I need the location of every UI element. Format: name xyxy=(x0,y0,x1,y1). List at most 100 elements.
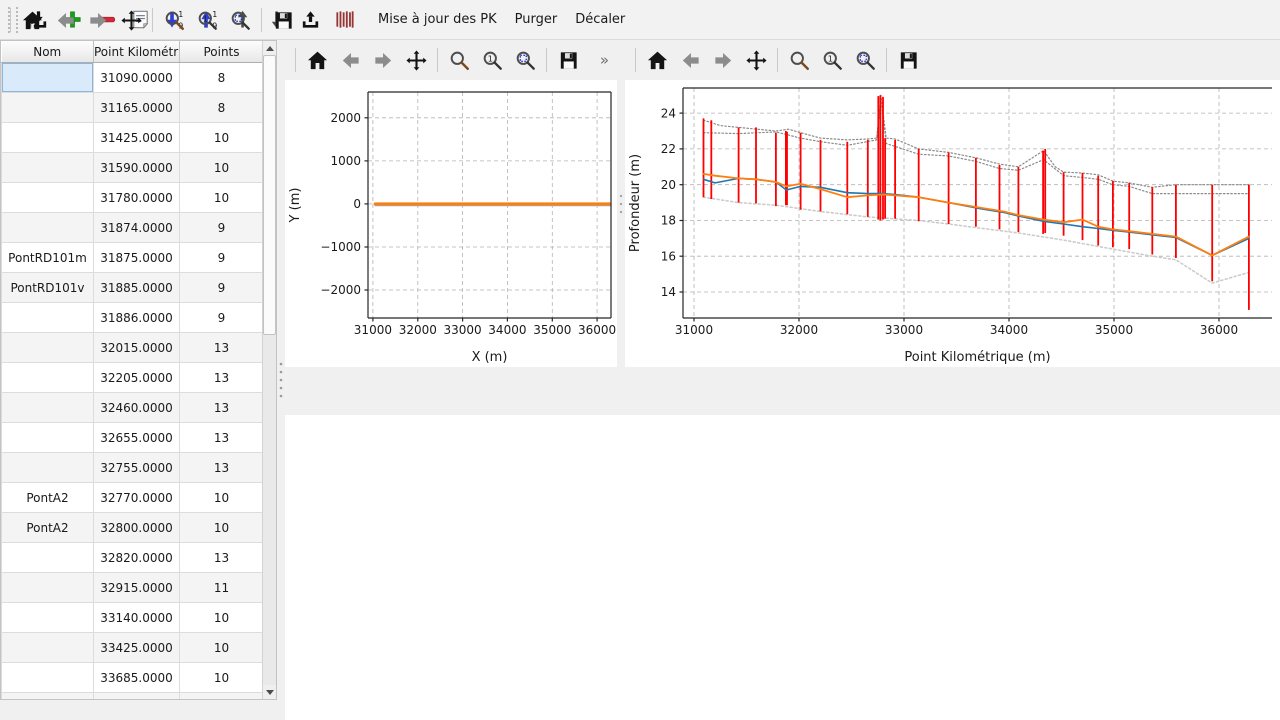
cell-points[interactable]: 10 xyxy=(180,513,264,543)
cell-points[interactable] xyxy=(180,693,264,701)
home-button[interactable] xyxy=(303,46,331,74)
forward-button[interactable] xyxy=(709,46,737,74)
cell-nom[interactable]: PontA2 xyxy=(2,513,94,543)
column-header-nom[interactable]: Nom xyxy=(2,41,94,63)
cell-points[interactable]: 13 xyxy=(180,363,264,393)
cell-pk[interactable]: 31090.0000 xyxy=(94,63,180,93)
cell-nom[interactable] xyxy=(2,213,94,243)
cell-pk[interactable]: 33140.0000 xyxy=(94,603,180,633)
export-button[interactable] xyxy=(296,5,325,35)
empty-plot-canvas[interactable] xyxy=(285,415,1280,720)
home-button[interactable] xyxy=(18,6,46,34)
cell-points[interactable]: 10 xyxy=(180,153,264,183)
column-header-points[interactable]: Points xyxy=(180,41,264,63)
cell-points[interactable]: 9 xyxy=(180,303,264,333)
toolbar-overflow-button[interactable]: » xyxy=(600,51,609,69)
scrollbar-thumb[interactable] xyxy=(263,55,276,335)
cell-pk[interactable]: 32915.0000 xyxy=(94,573,180,603)
cell-nom[interactable] xyxy=(2,663,94,693)
cell-points[interactable]: 10 xyxy=(180,663,264,693)
cell-pk[interactable]: 32015.0000 xyxy=(94,333,180,363)
pan-button[interactable] xyxy=(117,6,145,34)
profile-chart-canvas[interactable]: 3100032000330003400035000360001416182022… xyxy=(625,80,1280,367)
forward-button[interactable] xyxy=(84,6,112,34)
zoom-one-button[interactable]: 1 xyxy=(193,6,221,34)
forward-button[interactable] xyxy=(369,46,397,74)
cell-points[interactable]: 10 xyxy=(180,123,264,153)
cell-nom[interactable]: PontRD101v xyxy=(2,273,94,303)
cell-pk[interactable]: 31165.0000 xyxy=(94,93,180,123)
pan-button[interactable] xyxy=(742,46,770,74)
plan-chart-canvas[interactable]: 310003200033000340003500036000−2000−1000… xyxy=(285,80,617,367)
scroll-up-button[interactable] xyxy=(263,41,276,55)
save-button[interactable] xyxy=(554,46,582,74)
cell-points[interactable]: 13 xyxy=(180,393,264,423)
back-button[interactable] xyxy=(676,46,704,74)
save-button[interactable] xyxy=(894,46,922,74)
cell-nom[interactable]: PontA2 xyxy=(2,483,94,513)
cell-nom[interactable] xyxy=(2,543,94,573)
zoom-button[interactable] xyxy=(160,6,188,34)
cell-nom[interactable] xyxy=(2,693,94,701)
scroll-down-button[interactable] xyxy=(263,685,276,699)
cell-pk[interactable]: 31874.0000 xyxy=(94,213,180,243)
cell-nom[interactable] xyxy=(2,183,94,213)
zoom-rect-button[interactable] xyxy=(851,46,879,74)
cell-pk[interactable]: 32820.0000 xyxy=(94,543,180,573)
cell-pk[interactable]: 33685.0000 xyxy=(94,663,180,693)
cell-points[interactable]: 10 xyxy=(180,633,264,663)
cell-nom[interactable] xyxy=(2,453,94,483)
profils-button[interactable] xyxy=(330,5,359,35)
zoom-one-button[interactable]: 1 xyxy=(478,46,506,74)
cell-points[interactable]: 11 xyxy=(180,573,264,603)
home-button[interactable] xyxy=(643,46,671,74)
cell-pk[interactable]: 32800.0000 xyxy=(94,513,180,543)
cell-nom[interactable] xyxy=(2,363,94,393)
cell-nom[interactable] xyxy=(2,333,94,363)
cell-pk[interactable]: 31875.0000 xyxy=(94,243,180,273)
cell-nom[interactable] xyxy=(2,63,94,93)
menu-item-decaler[interactable]: Décaler xyxy=(566,7,634,32)
cell-pk[interactable] xyxy=(94,693,180,701)
cell-points[interactable]: 8 xyxy=(180,93,264,123)
cell-points[interactable]: 8 xyxy=(180,63,264,93)
cell-points[interactable]: 9 xyxy=(180,213,264,243)
cell-points[interactable]: 10 xyxy=(180,603,264,633)
cell-nom[interactable]: PontRD101m xyxy=(2,243,94,273)
cell-nom[interactable] xyxy=(2,93,94,123)
menu-item-purger[interactable]: Purger xyxy=(506,7,567,32)
cell-pk[interactable]: 31886.0000 xyxy=(94,303,180,333)
zoom-one-button[interactable]: 1 xyxy=(818,46,846,74)
back-button[interactable] xyxy=(51,6,79,34)
save-button[interactable] xyxy=(269,6,297,34)
cell-points[interactable]: 13 xyxy=(180,453,264,483)
cell-nom[interactable] xyxy=(2,603,94,633)
zoom-rect-button[interactable] xyxy=(511,46,539,74)
cell-pk[interactable]: 32460.0000 xyxy=(94,393,180,423)
pan-button[interactable] xyxy=(402,46,430,74)
cell-nom[interactable] xyxy=(2,303,94,333)
cell-nom[interactable] xyxy=(2,573,94,603)
zoom-button[interactable] xyxy=(785,46,813,74)
cell-points[interactable]: 13 xyxy=(180,333,264,363)
cell-pk[interactable]: 31425.0000 xyxy=(94,123,180,153)
cell-points[interactable]: 9 xyxy=(180,243,264,273)
cell-points[interactable]: 13 xyxy=(180,543,264,573)
cell-nom[interactable] xyxy=(2,153,94,183)
zoom-rect-button[interactable] xyxy=(226,6,254,34)
cell-points[interactable]: 10 xyxy=(180,483,264,513)
plots-splitter[interactable] xyxy=(617,40,625,367)
cell-pk[interactable]: 32205.0000 xyxy=(94,363,180,393)
cell-points[interactable]: 10 xyxy=(180,183,264,213)
cell-pk[interactable]: 32755.0000 xyxy=(94,453,180,483)
cell-pk[interactable]: 33425.0000 xyxy=(94,633,180,663)
cell-pk[interactable]: 31885.0000 xyxy=(94,273,180,303)
cell-pk[interactable]: 31780.0000 xyxy=(94,183,180,213)
panel-splitter[interactable] xyxy=(277,40,285,720)
cell-pk[interactable]: 32770.0000 xyxy=(94,483,180,513)
cell-nom[interactable] xyxy=(2,393,94,423)
cell-pk[interactable]: 31590.0000 xyxy=(94,153,180,183)
cell-pk[interactable]: 32655.0000 xyxy=(94,423,180,453)
cell-points[interactable]: 13 xyxy=(180,423,264,453)
cell-points[interactable]: 9 xyxy=(180,273,264,303)
